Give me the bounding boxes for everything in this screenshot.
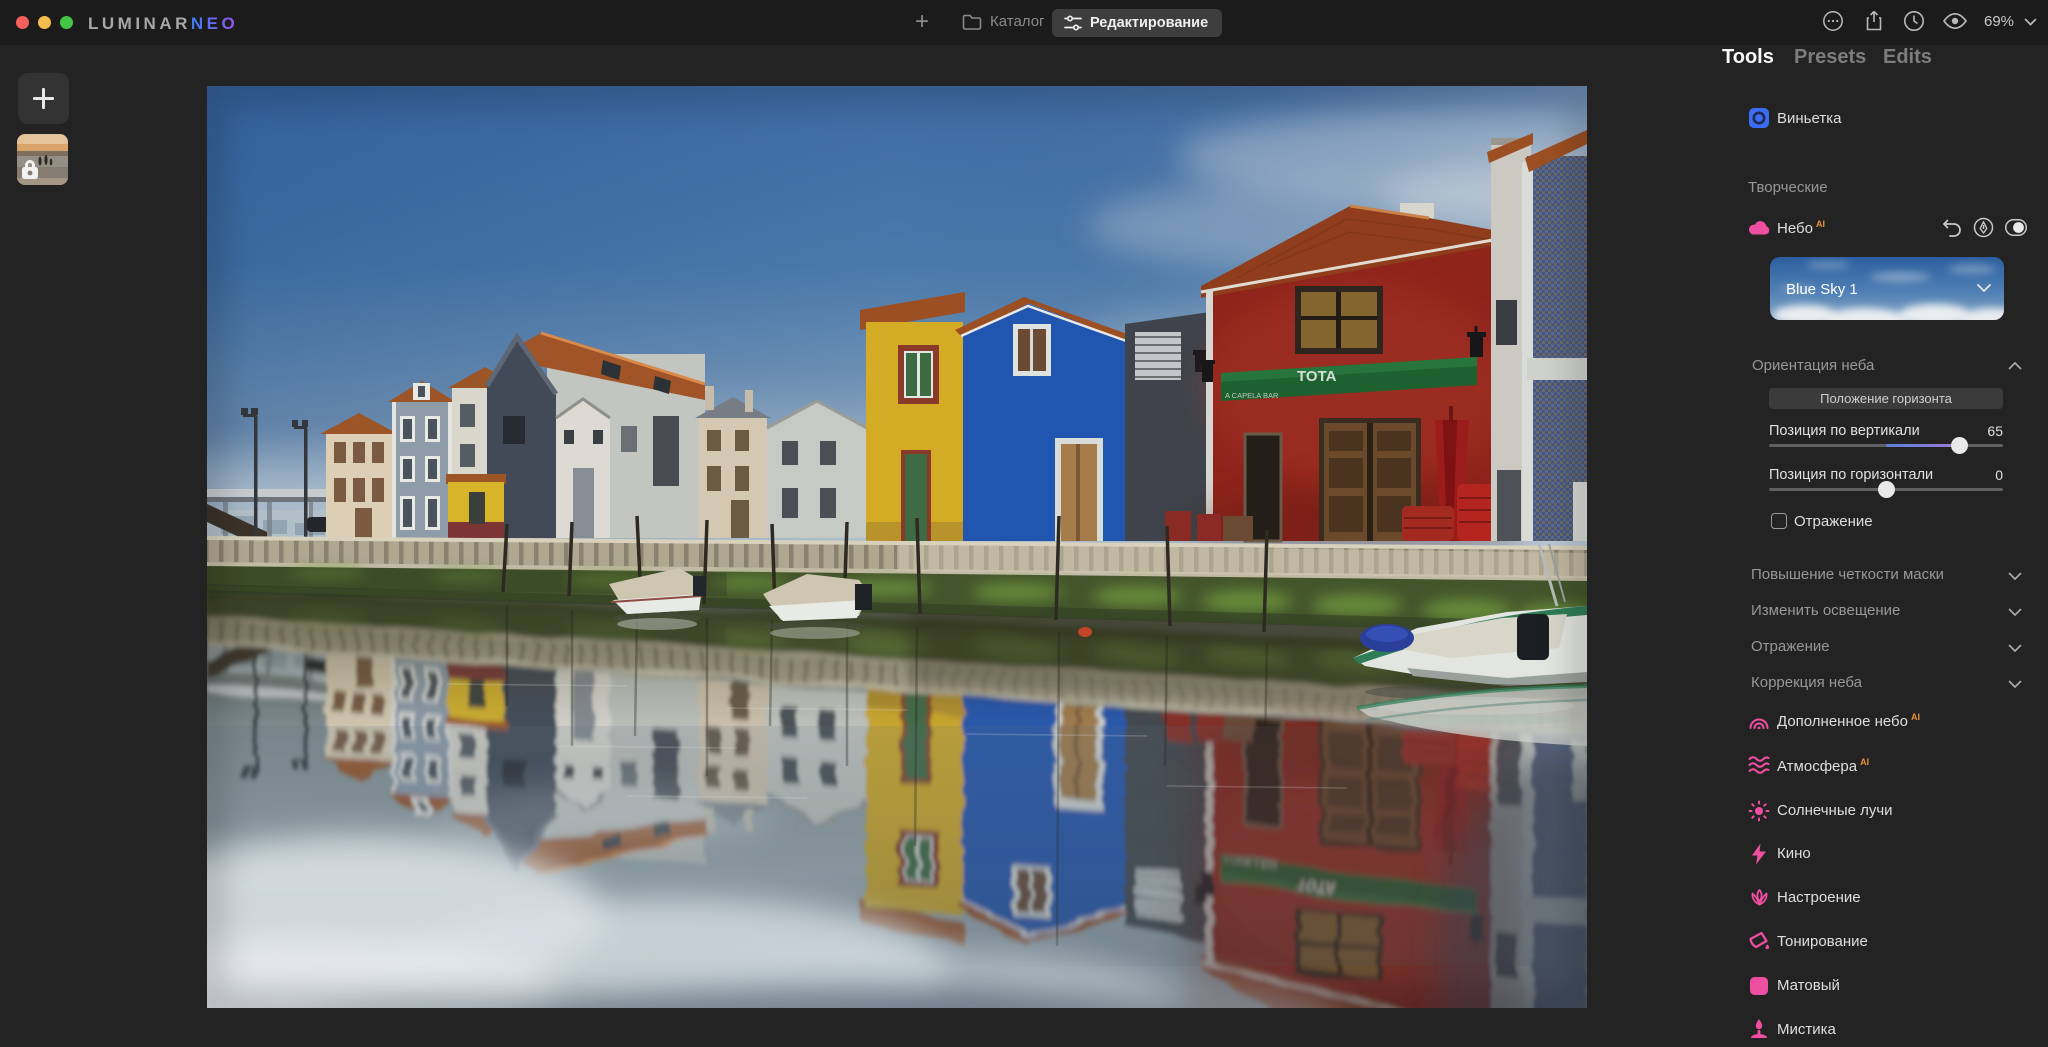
svg-text:Blue Sky 1: Blue Sky 1: [1786, 281, 1858, 298]
svg-text:TOTA: TOTA: [1297, 368, 1337, 385]
svg-text:A CAPELA BAR: A CAPELA BAR: [1225, 391, 1279, 400]
